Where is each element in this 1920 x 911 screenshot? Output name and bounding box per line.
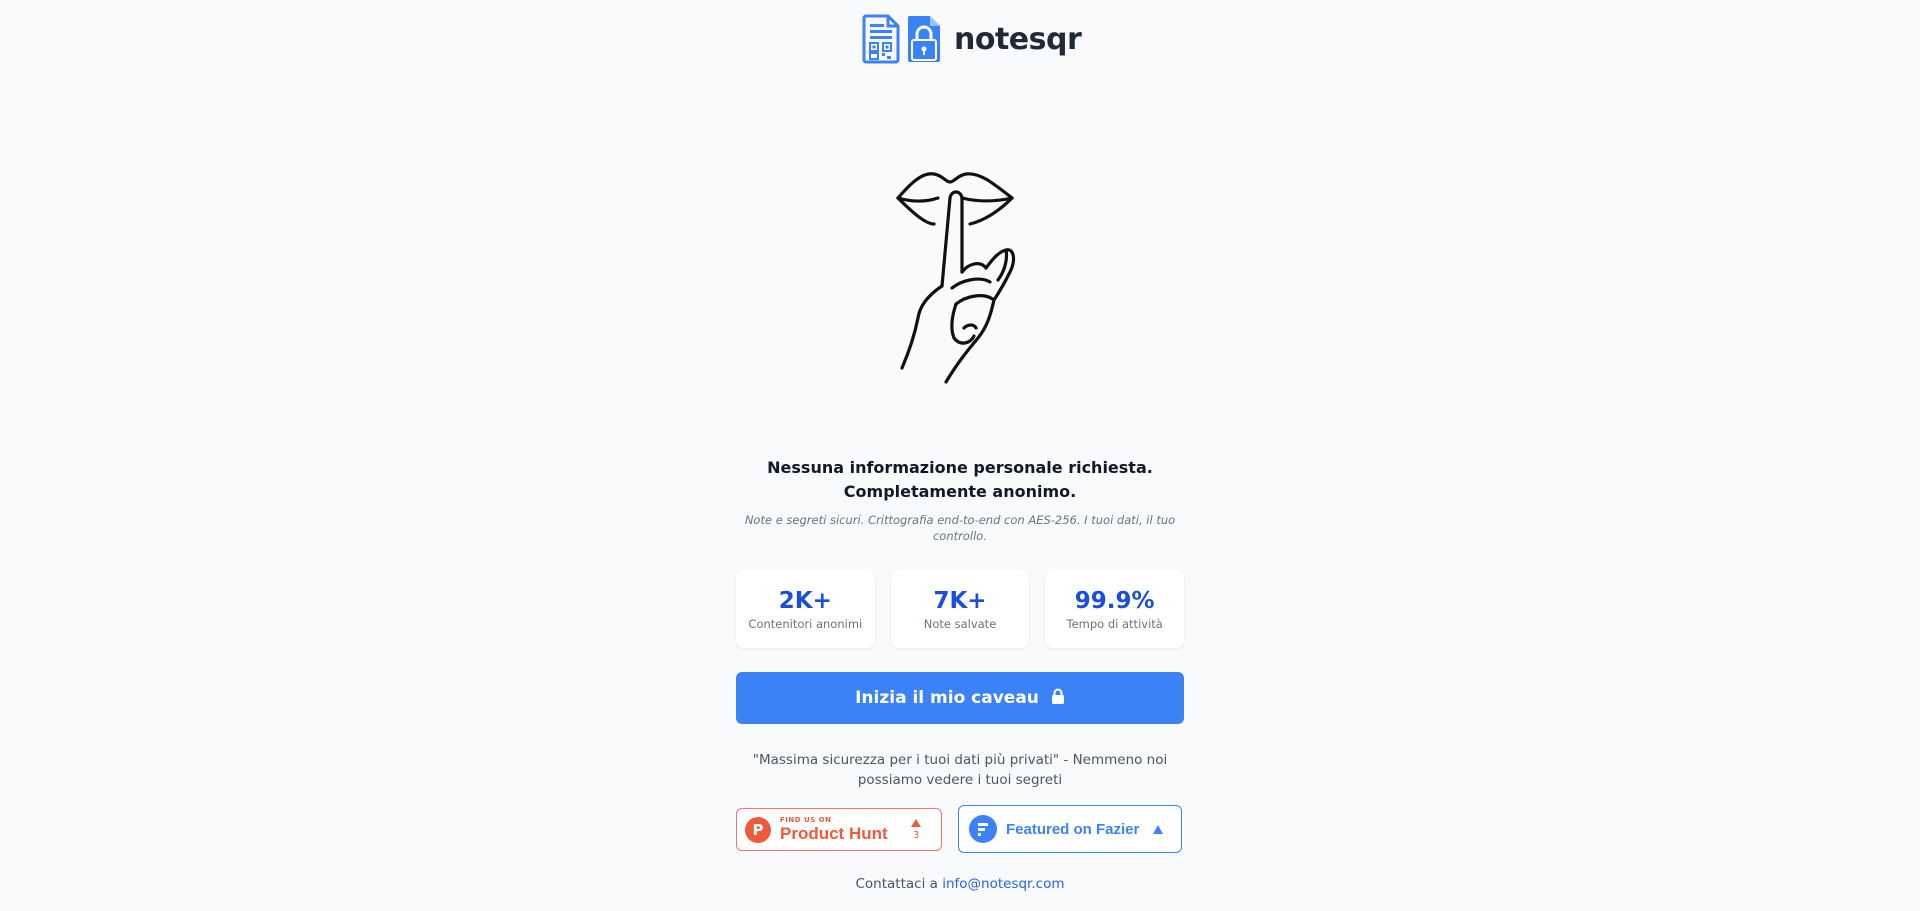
stats-row: 2K+ Contenitori anonimi 7K+ Note salvate… — [736, 570, 1185, 648]
upvote-triangle-icon — [911, 818, 921, 827]
fazier-label: Featured on Fazier — [1006, 820, 1140, 838]
stat-value: 2K+ — [778, 588, 832, 614]
start-vault-button[interactable]: Inizia il mio caveau — [736, 672, 1184, 724]
fazier-icon — [969, 815, 997, 843]
product-hunt-small-text: FIND US ON — [780, 816, 832, 824]
product-hunt-text: FIND US ON Product Hunt — [780, 816, 911, 843]
security-quote: "Massima sicurezza per i tuoi dati più p… — [752, 752, 1168, 788]
product-hunt-badge[interactable]: P FIND US ON Product Hunt 3 — [736, 808, 942, 851]
upvote-triangle-icon — [1153, 824, 1163, 834]
logo-text: notesqr — [954, 21, 1082, 57]
contact-line: Contattaci a info@notesqr.com — [0, 876, 1920, 892]
contact-email-link[interactable]: info@notesqr.com — [942, 876, 1064, 892]
site-logo[interactable]: notesqr — [862, 14, 1082, 64]
page-subtitle: Note e segreti sicuri. Crittografia end-… — [744, 513, 1176, 543]
stat-card-containers: 2K+ Contenitori anonimi — [736, 570, 875, 648]
badges-row: P FIND US ON Product Hunt 3 Featured on … — [736, 805, 1184, 853]
lock-icon — [1051, 688, 1065, 709]
stat-value: 99.9% — [1074, 588, 1155, 614]
stat-card-uptime: 99.9% Tempo di attività — [1045, 570, 1185, 648]
stat-value: 7K+ — [933, 588, 987, 614]
stat-label: Note salvate — [923, 617, 997, 631]
page: notesqr Nessuna informazione personale r… — [0, 0, 1920, 911]
stat-label: Tempo di attività — [1066, 617, 1163, 631]
contact-prefix: Contattaci a — [855, 876, 938, 892]
start-vault-label: Inizia il mio caveau — [855, 688, 1039, 708]
product-hunt-icon: P — [745, 816, 771, 843]
shush-gesture-icon — [890, 168, 1030, 394]
main-content: Nessuna informazione personale richiesta… — [736, 456, 1185, 853]
qr-document-icon — [862, 14, 900, 64]
product-hunt-votes: 3 — [911, 818, 921, 841]
stat-label: Contenitori anonimi — [748, 617, 863, 631]
stat-card-notes: 7K+ Note salvate — [890, 570, 1030, 648]
product-hunt-name: Product Hunt — [780, 824, 888, 843]
lock-document-icon — [906, 14, 944, 64]
page-headline: Nessuna informazione personale richiesta… — [767, 458, 1153, 501]
vote-count: 3 — [912, 829, 920, 841]
fazier-badge[interactable]: Featured on Fazier — [958, 805, 1182, 853]
